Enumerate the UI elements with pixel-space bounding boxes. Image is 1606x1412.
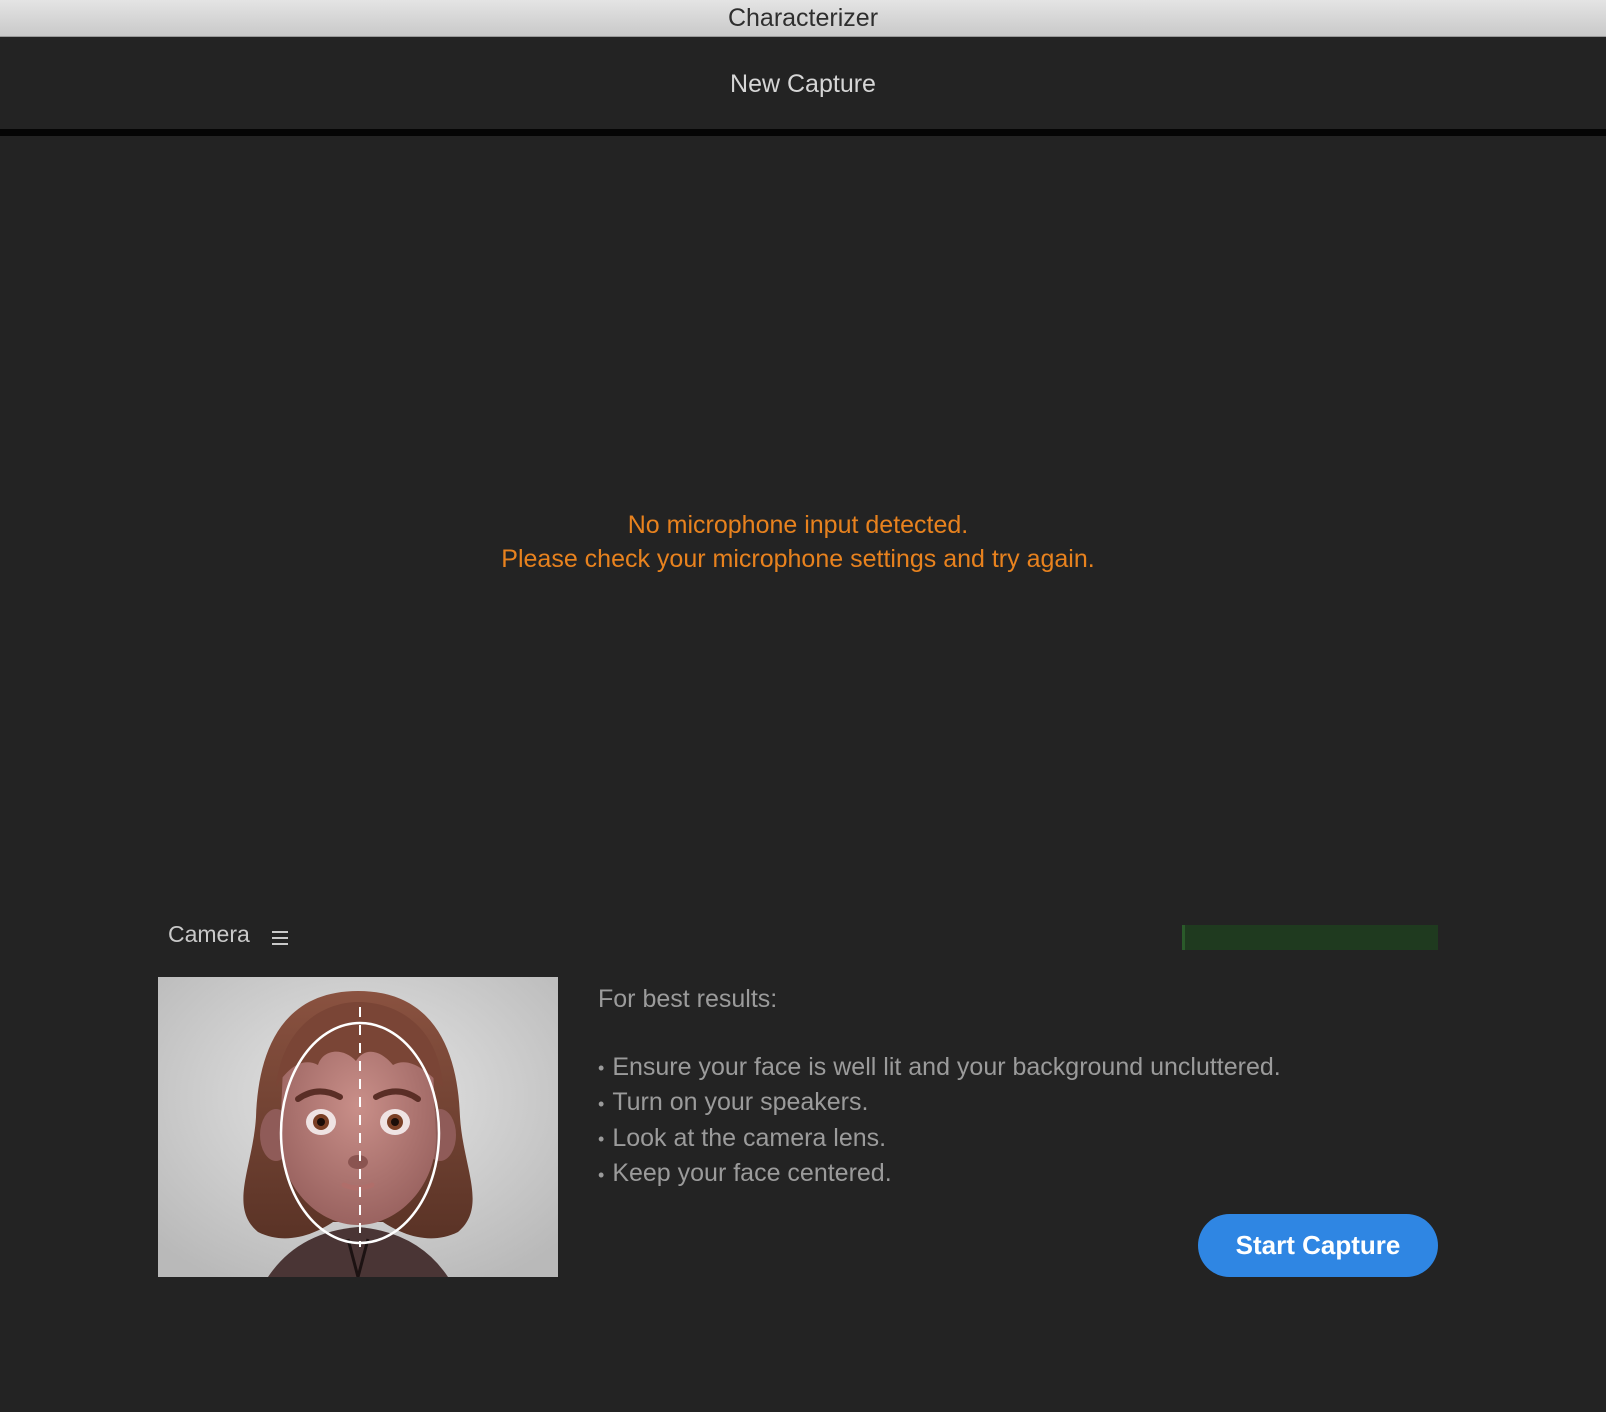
audio-level-fill: [1182, 925, 1185, 950]
window-title: Characterizer: [727, 4, 879, 32]
hamburger-menu-icon[interactable]: [272, 931, 288, 945]
list-item: • Keep your face centered.: [598, 1156, 1281, 1191]
warning-line-1: No microphone input detected.: [627, 511, 969, 539]
tips-list: • Ensure your face is well lit and your b…: [598, 1050, 1281, 1192]
list-item: • Turn on your speakers.: [598, 1085, 1281, 1120]
warning-line-2: Please check your microphone settings an…: [501, 545, 1095, 573]
tip-text: Ensure your face is well lit and your ba…: [612, 1053, 1281, 1081]
bullet-icon: •: [598, 1093, 605, 1114]
camera-preview: [158, 977, 558, 1277]
tip-text: Look at the camera lens.: [612, 1123, 887, 1152]
bullet-icon: •: [598, 1129, 605, 1150]
face-guide-preview-image: [158, 977, 558, 1277]
app-header: New Capture: [0, 37, 1606, 129]
start-capture-button[interactable]: Start Capture: [1198, 1214, 1438, 1277]
bullet-icon: •: [598, 1058, 605, 1079]
list-item: • Ensure your face is well lit and your b…: [598, 1050, 1281, 1085]
microphone-warning: No microphone input detected. Please che…: [0, 508, 1596, 576]
tips-heading: For best results:: [598, 985, 778, 1013]
page-title: New Capture: [730, 70, 876, 98]
window-title-bar[interactable]: Characterizer: [0, 0, 1606, 37]
bullet-icon: •: [598, 1164, 605, 1185]
list-item: • Look at the camera lens.: [598, 1121, 1281, 1156]
tip-text: Keep your face centered.: [612, 1159, 892, 1188]
header-divider: [0, 129, 1606, 136]
best-results-tips: For best results: • Ensure your face is w…: [598, 982, 1281, 1192]
audio-level-meter: [1182, 925, 1438, 950]
camera-label: Camera: [168, 921, 250, 947]
tip-text: Turn on your speakers.: [612, 1088, 869, 1117]
